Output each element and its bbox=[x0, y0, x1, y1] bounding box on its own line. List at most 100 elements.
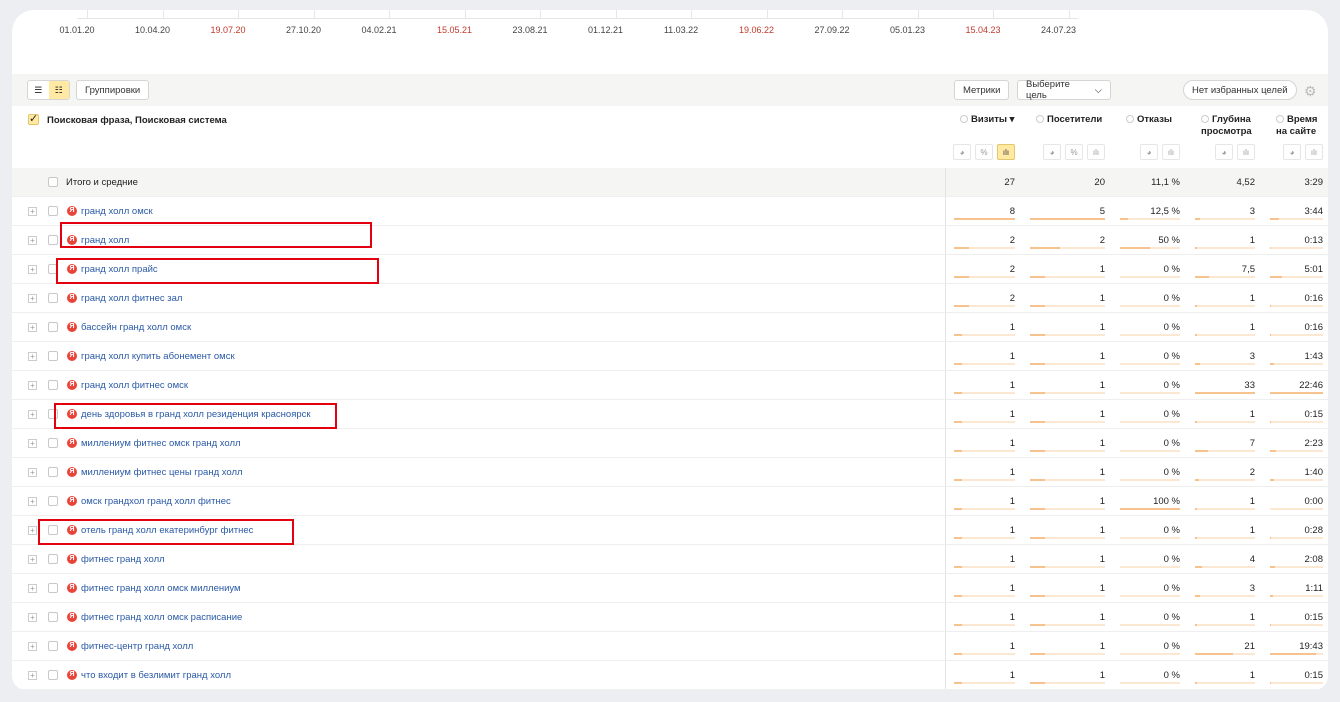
row-checkbox[interactable] bbox=[48, 467, 58, 477]
metric-bar bbox=[1120, 392, 1180, 394]
metrics-button[interactable]: Метрики bbox=[954, 80, 1010, 100]
help-icon[interactable] bbox=[1276, 115, 1284, 123]
bar-chart-icon[interactable]: ılı bbox=[1162, 144, 1180, 160]
row-checkbox[interactable] bbox=[48, 235, 58, 245]
search-phrase-link[interactable]: бассейн гранд холл омск bbox=[81, 322, 191, 333]
pie-chart-icon[interactable]: ◕ bbox=[1215, 144, 1233, 160]
help-icon[interactable] bbox=[1036, 115, 1044, 123]
axis-tick bbox=[87, 10, 88, 19]
metric-bar bbox=[1120, 537, 1180, 539]
bar-chart-icon[interactable]: ılı bbox=[1305, 144, 1323, 160]
goal-select[interactable]: Выберите цель ⌵ bbox=[1017, 79, 1111, 101]
axis-tick-label: 24.07.23 bbox=[1040, 25, 1077, 35]
pie-chart-icon[interactable]: ◕ bbox=[953, 144, 971, 160]
metric-bar bbox=[1195, 450, 1255, 452]
bar-chart-icon[interactable]: ılı bbox=[1237, 144, 1255, 160]
expand-icon[interactable]: + bbox=[28, 439, 37, 448]
pie-chart-icon[interactable]: ◕ bbox=[1283, 144, 1301, 160]
metric-header[interactable]: Глубина просмотра bbox=[1201, 114, 1252, 138]
expand-icon[interactable]: + bbox=[28, 642, 37, 651]
dimension-checkbox[interactable]: ✓ bbox=[28, 114, 39, 125]
expand-icon[interactable]: + bbox=[28, 352, 37, 361]
row-checkbox[interactable] bbox=[48, 322, 58, 332]
expand-icon[interactable]: + bbox=[28, 526, 37, 535]
row-checkbox[interactable] bbox=[48, 554, 58, 564]
search-phrase-link[interactable]: гранд холл фитнес зал bbox=[81, 293, 182, 304]
metric-value: 4 bbox=[1249, 554, 1255, 565]
expand-icon[interactable]: + bbox=[28, 265, 37, 274]
search-phrase-link[interactable]: фитнес гранд холл омск расписание bbox=[81, 612, 242, 623]
favorites-goals-button[interactable]: Нет избранных целей bbox=[1183, 80, 1297, 100]
metric-bar bbox=[1195, 537, 1255, 539]
metric-value: 0 % bbox=[1163, 670, 1180, 681]
row-checkbox[interactable] bbox=[48, 380, 58, 390]
help-icon[interactable] bbox=[960, 115, 968, 123]
help-icon[interactable] bbox=[1126, 115, 1134, 123]
metric-bar bbox=[1120, 334, 1180, 336]
list-view-icon[interactable]: ☰ bbox=[28, 81, 49, 99]
expand-icon[interactable]: + bbox=[28, 323, 37, 332]
bar-chart-icon[interactable]: ılı bbox=[997, 144, 1015, 160]
view-switch[interactable]: ☰ ☷ bbox=[27, 80, 70, 100]
search-phrase-link[interactable]: гранд холл купить абонемент омск bbox=[81, 351, 235, 362]
expand-icon[interactable]: + bbox=[28, 381, 37, 390]
expand-icon[interactable]: + bbox=[28, 410, 37, 419]
metric-value: 0 % bbox=[1163, 612, 1180, 623]
bar-chart-icon[interactable]: ılı bbox=[1087, 144, 1105, 160]
metric-header[interactable]: Визиты ▾ bbox=[960, 114, 1014, 126]
search-phrase-link[interactable]: омск грандхол гранд холл фитнес bbox=[81, 496, 231, 507]
metric-bar bbox=[1030, 595, 1105, 597]
expand-icon[interactable]: + bbox=[28, 236, 37, 245]
pie-chart-icon[interactable]: ◕ bbox=[1140, 144, 1158, 160]
expand-icon[interactable]: + bbox=[28, 671, 37, 680]
search-phrase-link[interactable]: миллениум фитнес омск гранд холл bbox=[81, 438, 241, 449]
metric-value: 0 % bbox=[1163, 583, 1180, 594]
search-phrase-link[interactable]: что входит в безлимит гранд холл bbox=[81, 670, 231, 681]
highlight-box bbox=[60, 222, 372, 248]
metric-bar bbox=[1270, 421, 1323, 423]
expand-icon[interactable]: + bbox=[28, 497, 37, 506]
pie-chart-icon[interactable]: ◕ bbox=[1043, 144, 1061, 160]
percent-icon[interactable]: % bbox=[1065, 144, 1083, 160]
row-checkbox[interactable] bbox=[48, 206, 58, 216]
tree-view-icon[interactable]: ☷ bbox=[48, 81, 69, 99]
search-phrase-link[interactable]: миллениум фитнес цены гранд холл bbox=[81, 467, 243, 478]
row-checkbox[interactable] bbox=[48, 612, 58, 622]
row-checkbox[interactable] bbox=[48, 438, 58, 448]
gear-icon[interactable]: ⚙ bbox=[1304, 83, 1317, 100]
help-icon[interactable] bbox=[1201, 115, 1209, 123]
row-checkbox[interactable] bbox=[48, 670, 58, 680]
row-checkbox[interactable] bbox=[48, 583, 58, 593]
metric-header[interactable]: Посетители bbox=[1036, 114, 1102, 126]
row-checkbox[interactable] bbox=[48, 351, 58, 361]
row-checkbox[interactable] bbox=[48, 496, 58, 506]
metric-value: 5 bbox=[1099, 206, 1105, 217]
metric-bar bbox=[1270, 508, 1323, 510]
row-checkbox[interactable] bbox=[48, 641, 58, 651]
expand-icon[interactable]: + bbox=[28, 294, 37, 303]
axis-tick bbox=[313, 10, 315, 19]
search-phrase-link[interactable]: гранд холл омск bbox=[81, 206, 153, 217]
expand-icon[interactable]: + bbox=[28, 584, 37, 593]
metric-value: 0 % bbox=[1163, 264, 1180, 275]
metric-header[interactable]: Время на сайте bbox=[1276, 114, 1317, 138]
row-checkbox[interactable] bbox=[48, 177, 58, 187]
axis-tick bbox=[615, 10, 617, 19]
search-phrase-link[interactable]: фитнес гранд холл bbox=[81, 554, 165, 565]
metric-header[interactable]: Отказы bbox=[1126, 114, 1172, 126]
axis-tick-label: 01.01.20 bbox=[59, 25, 95, 35]
yandex-icon: Я bbox=[67, 554, 77, 564]
expand-icon[interactable]: + bbox=[28, 555, 37, 564]
search-phrase-link[interactable]: гранд холл фитнес омск bbox=[81, 380, 188, 391]
percent-icon[interactable]: % bbox=[975, 144, 993, 160]
groupings-button[interactable]: Группировки bbox=[76, 80, 150, 100]
metric-bar bbox=[1030, 508, 1105, 510]
metric-bar bbox=[1270, 450, 1323, 452]
expand-icon[interactable]: + bbox=[28, 613, 37, 622]
expand-icon[interactable]: + bbox=[28, 468, 37, 477]
search-phrase-link[interactable]: фитнес-центр гранд холл bbox=[81, 641, 193, 652]
expand-icon[interactable]: + bbox=[28, 207, 37, 216]
metric-bar bbox=[1270, 624, 1323, 626]
row-checkbox[interactable] bbox=[48, 293, 58, 303]
search-phrase-link[interactable]: фитнес гранд холл омск миллениум bbox=[81, 583, 241, 594]
